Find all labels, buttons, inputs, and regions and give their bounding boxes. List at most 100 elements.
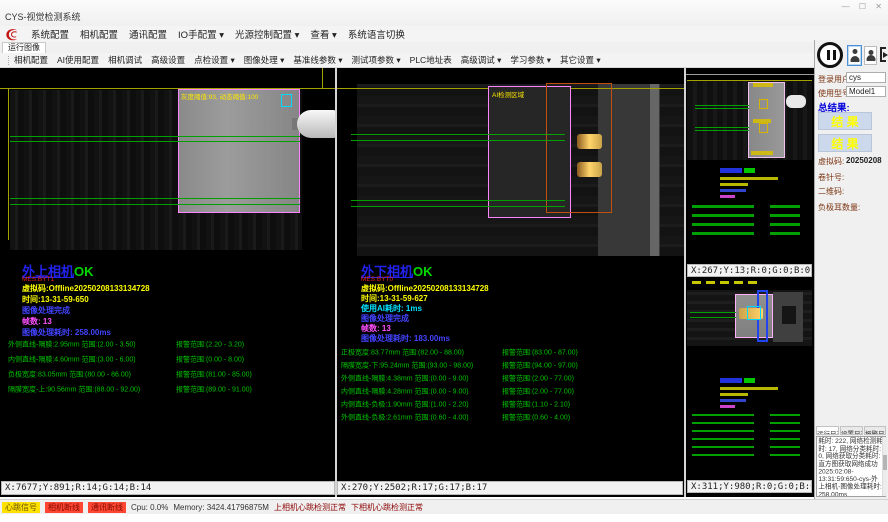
mini-text-line xyxy=(770,205,800,208)
toolbar-item-ai-usage-config[interactable]: AI使用配置 xyxy=(57,54,99,66)
measure-line xyxy=(695,127,749,128)
toolbar-item-test-params[interactable]: 测试项参数 ▾ xyxy=(352,54,401,66)
mini-text-line xyxy=(720,393,748,396)
user-login-button[interactable] xyxy=(847,45,862,66)
camera-offline-badge: 相机断线 xyxy=(45,502,83,513)
pause-icon xyxy=(833,50,836,60)
tab-highlight xyxy=(577,134,602,149)
tab-highlight xyxy=(577,162,602,177)
toolbar-item-spot-check[interactable]: 点检设置 ▾ xyxy=(194,54,235,66)
toolbar-item-image-processing[interactable]: 图像处理 ▾ xyxy=(244,54,285,66)
camera-small-bottom-pixel-readout: X:311;Y:980;R:0;G:0;B:0 xyxy=(687,480,812,493)
menu-item-camera-config[interactable]: 相机配置 xyxy=(80,27,118,41)
measurement-text: 正极宽度:83.77mm 范围:(82.00 - 88.00) xyxy=(341,346,464,357)
alarm-range-text: 报警范围:(0.00 - 8.00) xyxy=(176,353,244,364)
view-divider xyxy=(684,68,686,497)
measurement-text: 外侧直线-隔膜:4.38mm 范围:(0.00 - 9.00) xyxy=(341,372,469,383)
camera-image-small-bottom[interactable] xyxy=(687,286,812,346)
camera-image-left[interactable]: 灰度阈值:93, 动态阈值:100 xyxy=(0,68,336,258)
measurement-text: 内侧直线-负极:1.90mm 范围:(1.00 - 2.20) xyxy=(341,398,469,409)
mini-text-line xyxy=(770,438,800,440)
menu-item-light-config[interactable]: 光源控制配置 ▾ xyxy=(235,27,299,41)
toolbar-item-learning-params[interactable]: 学习参数 ▾ xyxy=(510,54,551,66)
toolbar-grip-icon xyxy=(8,56,10,65)
mini-text-line xyxy=(692,414,754,416)
mini-text-line xyxy=(770,446,800,448)
mini-label-smudge xyxy=(706,281,715,284)
menu-item-view[interactable]: 查看 ▾ xyxy=(310,27,336,41)
measure-line xyxy=(10,204,300,205)
menu-item-comm-config[interactable]: 通讯配置 xyxy=(129,27,167,41)
window-controls: — ☐ ✕ xyxy=(835,2,882,11)
baseline-yellow-line xyxy=(687,80,812,81)
toolbar-item-plc-address[interactable]: PLC地址表 xyxy=(410,54,452,66)
menu-item-language-switch[interactable]: 系统语言切换 xyxy=(348,27,405,41)
pause-button[interactable] xyxy=(817,42,843,68)
toolbar-item-camera-config[interactable]: 相机配置 xyxy=(14,54,48,66)
robot-gripper xyxy=(297,110,336,138)
mini-text-line xyxy=(720,183,748,186)
mini-text-line xyxy=(692,446,754,448)
cyan-roi-box xyxy=(281,94,292,107)
log-scrollbar[interactable] xyxy=(882,437,887,496)
comm-offline-badge: 通讯断线 xyxy=(88,502,126,513)
exit-button[interactable] xyxy=(879,44,888,66)
log-scrollbar-thumb[interactable] xyxy=(883,455,887,470)
mini-label-smudge xyxy=(753,83,773,87)
heartbeat-badge: 心跳信号 xyxy=(2,502,40,513)
measure-line xyxy=(10,198,300,199)
mini-text-line xyxy=(720,189,746,192)
mini-roi-box xyxy=(759,99,768,109)
measure-line xyxy=(10,141,300,142)
measure-line xyxy=(690,312,736,313)
log-tab-alarm[interactable]: 报警日志 xyxy=(864,426,886,435)
measure-line xyxy=(695,108,749,109)
user-account-button[interactable] xyxy=(864,46,877,65)
login-user-value[interactable]: cys xyxy=(846,72,886,83)
alarm-range-text: 报警范围:(81.00 - 85.00) xyxy=(176,368,252,379)
virtual-code-text: 虚拟码:Offline20250208133134728 xyxy=(22,283,150,294)
lower-camera-heartbeat-text: 下相机心跳检测正常 xyxy=(351,502,423,513)
mini-text-line xyxy=(720,378,742,383)
measure-line xyxy=(351,134,565,135)
log-tab-run[interactable]: 运行日志 xyxy=(816,426,839,435)
toolbar-item-advanced-debug[interactable]: 高级调试 ▾ xyxy=(461,54,502,66)
tab-run-image[interactable]: 运行图像 xyxy=(2,42,46,53)
mini-text-line xyxy=(770,454,800,456)
measurement-text: 外侧直线-隔膜:2.95mm 范围:(2.00 - 3.50) xyxy=(8,338,136,349)
measurement-text: 负极宽度:83.05mm 范围:(80.00 - 86.00) xyxy=(8,368,131,379)
mini-text-line xyxy=(720,168,742,173)
toolbar-item-other-settings[interactable]: 其它设置 ▾ xyxy=(560,54,601,66)
toolbar-item-baseline-params[interactable]: 基准线参数 ▾ xyxy=(293,54,342,66)
measure-line xyxy=(351,206,565,207)
mini-roi-box xyxy=(759,123,768,133)
camera-image-middle[interactable]: AI检测区域 xyxy=(337,68,684,258)
alarm-range-text: 报警范围:(1.10 - 2.10) xyxy=(502,398,570,409)
minimize-button[interactable]: — xyxy=(842,2,850,11)
model-input[interactable]: Model1 xyxy=(846,86,886,97)
mini-text-line xyxy=(770,414,800,416)
dark-notch xyxy=(782,306,796,324)
mini-label-smudge xyxy=(720,281,729,284)
alarm-range-text: 报警范围:(2.00 - 77.00) xyxy=(502,372,574,383)
virtual-code-label: 虚拟码: xyxy=(818,156,844,167)
mini-text-line xyxy=(692,422,754,424)
close-button[interactable]: ✕ xyxy=(875,2,882,11)
toolbar-item-camera-debug[interactable]: 相机调试 xyxy=(108,54,142,66)
upper-camera-heartbeat-text: 上相机心跳检测正常 xyxy=(274,502,346,513)
log-tab-settings[interactable]: 设置日志 xyxy=(840,426,863,435)
mini-text-line xyxy=(744,168,755,173)
toolbar-item-advanced-settings[interactable]: 高级设置 xyxy=(151,54,185,66)
menu-item-io-config[interactable]: IO手配置 ▾ xyxy=(178,27,224,41)
log-output[interactable]: 耗时: 222, 网络检测耗时: 17, 网络分类耗时: 0, 网络获取分类耗时… xyxy=(816,436,886,497)
camera-middle-pixel-readout: X:270;Y:2502;R:17;G:17;B:17 xyxy=(337,481,683,495)
maximize-button[interactable]: ☐ xyxy=(859,2,866,11)
measure-line xyxy=(695,130,749,131)
user-icon xyxy=(866,55,875,61)
menu-item-system-config[interactable]: 系统配置 xyxy=(31,27,69,41)
camera-image-small-top[interactable] xyxy=(687,75,812,160)
mini-text-line xyxy=(692,223,754,226)
mini-label-smudge xyxy=(734,281,743,284)
cyan-roi-box xyxy=(747,306,761,320)
mini-text-line xyxy=(692,454,754,456)
